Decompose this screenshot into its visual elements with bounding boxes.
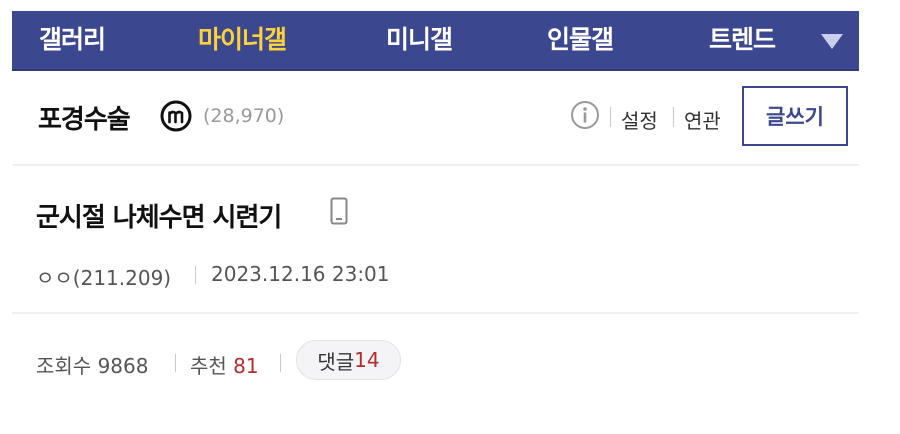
- nav-item-person-gallery[interactable]: 인물갤: [547, 11, 614, 69]
- separator: [673, 107, 674, 127]
- recommend-count: 추천 81: [190, 350, 259, 379]
- minor-gallery-m-icon: [160, 100, 192, 132]
- view-count-label: 조회수: [36, 354, 92, 378]
- nav-item-trend[interactable]: 트렌드: [709, 11, 776, 69]
- nav-item-mini-gallery[interactable]: 미니갤: [386, 11, 453, 69]
- subscriber-count: (28,970): [203, 105, 285, 127]
- divider: [12, 312, 859, 314]
- separator: [610, 107, 611, 127]
- post-author[interactable]: ㅇㅇ(211.209): [36, 262, 171, 291]
- recommend-value: 81: [233, 354, 259, 378]
- recommend-label: 추천: [190, 354, 227, 378]
- separator: [280, 354, 281, 372]
- info-circle-icon[interactable]: [570, 100, 600, 130]
- related-link[interactable]: 연관: [684, 105, 721, 134]
- top-nav-bar: 갤러리 마이너갤 미니갤 인물갤 트렌드: [12, 11, 859, 71]
- settings-link[interactable]: 설정: [621, 105, 658, 134]
- post-title: 군시절 나체수면 시련기: [36, 203, 282, 233]
- separator: [175, 354, 176, 372]
- gallery-header: 포경수술 (28,970) 설정 연관 글쓰기: [12, 72, 859, 166]
- gallery-name[interactable]: 포경수술: [38, 99, 131, 136]
- separator: [195, 266, 196, 284]
- comment-count: 14: [354, 348, 380, 372]
- nav-item-minor-gallery[interactable]: 마이너갤: [198, 11, 287, 69]
- triangle-down-icon[interactable]: [818, 31, 846, 51]
- comment-button[interactable]: 댓글 14: [296, 340, 401, 380]
- write-post-button[interactable]: 글쓰기: [742, 86, 848, 146]
- view-count: 조회수 9868: [36, 350, 148, 379]
- comment-label: 댓글: [317, 349, 355, 374]
- post-datetime: 2023.12.16 23:01: [211, 262, 390, 286]
- mobile-phone-icon: [330, 197, 348, 225]
- view-count-value: 9868: [97, 354, 149, 378]
- nav-item-gallery[interactable]: 갤러리: [39, 11, 106, 69]
